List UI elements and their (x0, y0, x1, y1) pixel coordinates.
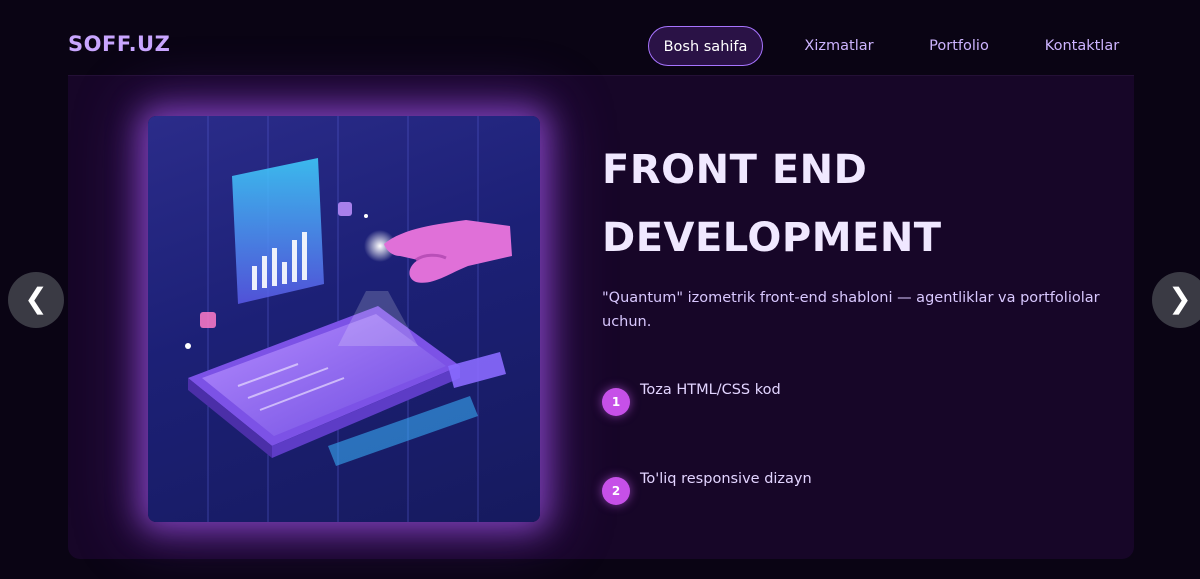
nav-item-contacts[interactable]: Kontaktlar (1036, 26, 1128, 66)
nav-item-portfolio[interactable]: Portfolio (918, 26, 1000, 66)
feature-number-badge: 1 (602, 388, 630, 416)
feature-item: 1 Toza HTML/CSS kod (602, 382, 1082, 418)
main-nav: Bosh sahifa Xizmatlar Portfolio Kontaktl… (0, 26, 1200, 66)
slide-description: "Quantum" izometrik front-end shabloni —… (602, 290, 1100, 330)
chart-panel (232, 158, 324, 304)
feature-text: Toza HTML/CSS kod (640, 382, 781, 398)
feature-item: 2 To'liq responsive dizayn (602, 471, 1082, 507)
prev-slide-button[interactable]: ❮ (8, 272, 64, 328)
slide-title-line-1: FRONT END (602, 147, 868, 193)
slide-title-line-2: DEVELOPMENT (602, 215, 942, 261)
feature-number-badge: 2 (602, 477, 630, 505)
next-slide-button[interactable]: ❯ (1152, 272, 1200, 328)
slide-title: FRONT END DEVELOPMENT (602, 136, 1082, 272)
chevron-right-icon: ❯ (1168, 282, 1192, 315)
hero-slide: FRONT END DEVELOPMENT "Quantum" izometri… (68, 76, 1134, 559)
feature-text: To'liq responsive dizayn (640, 471, 812, 487)
chevron-left-icon: ❮ (24, 282, 48, 315)
nav-item-services[interactable]: Xizmatlar (792, 26, 886, 66)
isometric-tablet-illustration (148, 116, 540, 522)
site-header: SOFF.UZ Bosh sahifa Xizmatlar Portfolio … (0, 0, 1200, 76)
nav-item-home[interactable]: Bosh sahifa (648, 26, 763, 66)
